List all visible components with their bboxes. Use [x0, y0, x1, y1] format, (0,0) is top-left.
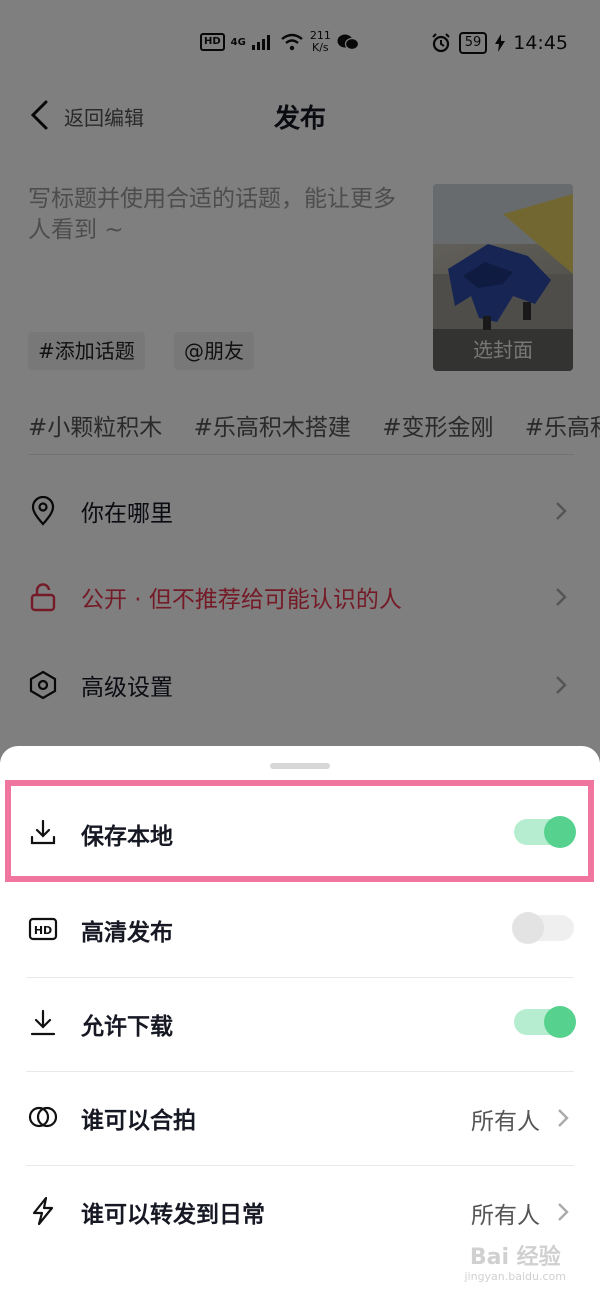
download-icon [30, 1009, 56, 1036]
repost-permission-label: 谁可以转发到日常 [81, 1202, 265, 1228]
watermark-url: jingyan.baidu.com [464, 1270, 566, 1283]
allow-download-label: 允许下载 [81, 1014, 173, 1040]
duet-permission-label: 谁可以合拍 [81, 1108, 196, 1134]
svg-text:HD: HD [34, 924, 52, 937]
duet-icon [28, 1106, 58, 1128]
hd-publish-toggle[interactable] [512, 912, 574, 944]
toggle-knob [512, 912, 544, 944]
allow-download-toggle[interactable] [514, 1006, 576, 1038]
hd-icon: HD [28, 917, 58, 941]
highlight-box [5, 780, 594, 882]
allow-download-row: 允许下载 [0, 976, 600, 1070]
watermark-logo: Bai 经验 [469, 1245, 561, 1270]
hd-publish-label: 高清发布 [81, 920, 173, 946]
hd-publish-row: HD 高清发布 [0, 882, 600, 976]
repost-permission-row[interactable]: 谁可以转发到日常 所有人 [0, 1164, 600, 1258]
toggle-knob [544, 1006, 576, 1038]
repost-permission-value: 所有人 [471, 1203, 540, 1229]
baidu-watermark: Bai 经验 jingyan.baidu.com [464, 1246, 566, 1284]
sheet-drag-handle[interactable] [270, 763, 330, 769]
lightning-icon [32, 1196, 54, 1226]
chevron-right-icon [558, 1109, 569, 1127]
chevron-right-icon [558, 1203, 569, 1221]
duet-permission-row[interactable]: 谁可以合拍 所有人 [0, 1070, 600, 1164]
duet-permission-value: 所有人 [471, 1109, 540, 1135]
